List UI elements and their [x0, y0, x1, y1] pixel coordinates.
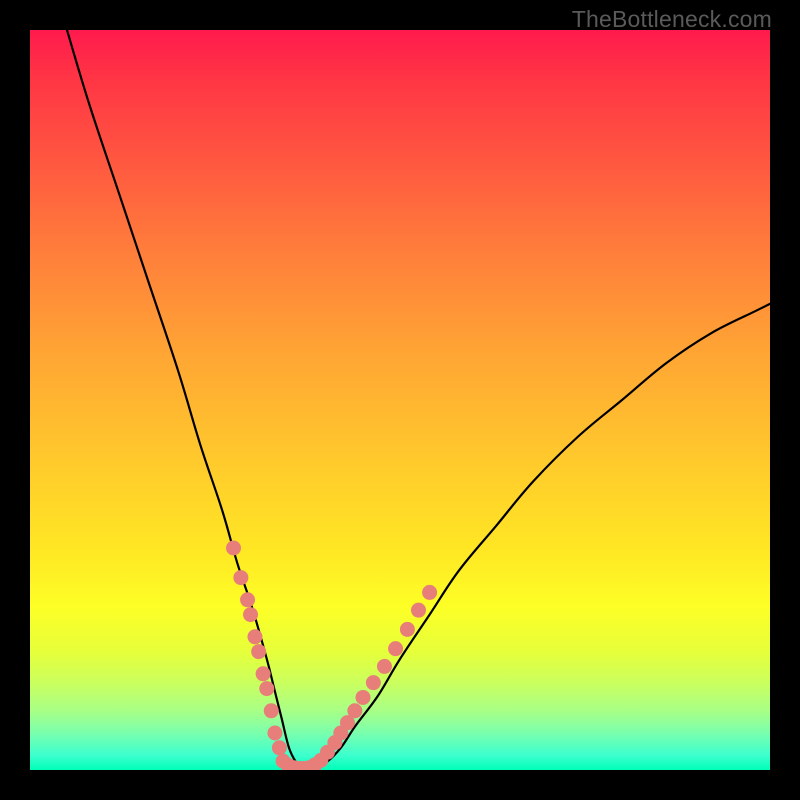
highlight-dot: [422, 585, 437, 600]
highlight-dot: [243, 607, 258, 622]
highlight-dot: [256, 666, 271, 681]
highlight-dot: [400, 622, 415, 637]
highlight-dot: [411, 603, 426, 618]
curve-svg: [30, 30, 770, 770]
highlight-dot: [347, 703, 362, 718]
highlight-dot: [272, 740, 287, 755]
highlight-dot: [264, 703, 279, 718]
bottleneck-curve: [67, 30, 770, 770]
highlight-dot: [259, 681, 274, 696]
highlight-dots-right: [333, 585, 437, 741]
watermark-text: TheBottleneck.com: [572, 6, 772, 33]
highlight-dot: [356, 690, 371, 705]
highlight-dots-bottom: [276, 735, 343, 770]
highlight-dot: [240, 592, 255, 607]
highlight-dot: [388, 641, 403, 656]
highlight-dot: [267, 726, 282, 741]
highlight-dot: [366, 675, 381, 690]
highlight-dot: [233, 570, 248, 585]
highlight-dot: [251, 644, 266, 659]
highlight-dot: [226, 541, 241, 556]
highlight-dot: [377, 659, 392, 674]
plot-area: [30, 30, 770, 770]
highlight-dot: [247, 629, 262, 644]
highlight-dots-left: [226, 541, 287, 756]
chart-frame: TheBottleneck.com: [0, 0, 800, 800]
